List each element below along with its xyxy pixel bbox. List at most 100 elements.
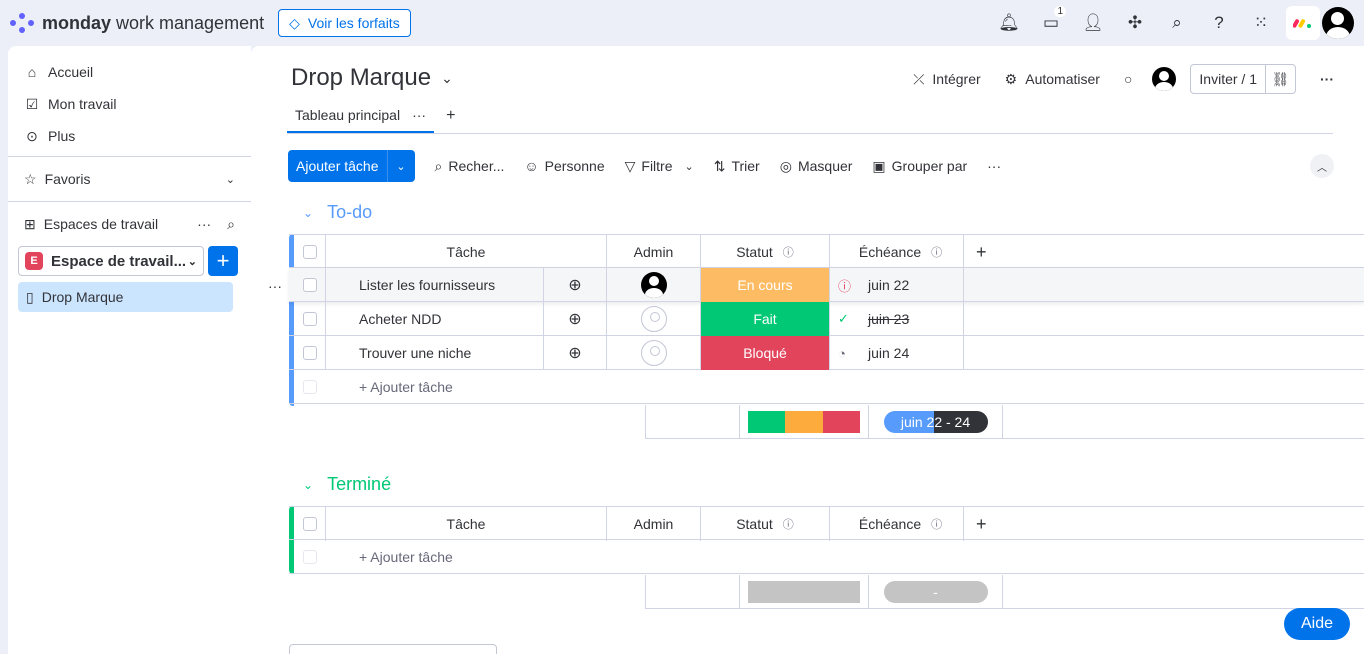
person-avatar [640,272,667,298]
add-task-row[interactable]: + Ajouter tâche [289,540,1364,574]
admin-cell[interactable] [607,336,701,370]
group-table-done: Tâche Admin Statut ⓘ Échéance ⓘ + + Ajoute… [289,506,1364,610]
comments-icon[interactable]: ○ [1124,71,1132,87]
add-task-input[interactable]: + Ajouter tâche [326,370,453,404]
column-header-task[interactable]: Tâche [326,507,607,541]
add-task-button[interactable]: Ajouter tâche ⌄ [288,150,415,182]
see-plans-button[interactable]: ◇ Voir les forfaits [278,9,411,37]
due-range-summary[interactable]: juin 22 - 24 [883,411,988,433]
user-avatar[interactable] [1322,7,1354,39]
column-header-task[interactable]: Tâche [326,235,607,269]
clock-icon: ◔ [838,345,846,361]
row-checkbox[interactable] [302,346,317,360]
add-workspace-item-button[interactable]: + [208,246,238,276]
row-checkbox[interactable] [302,312,317,326]
due-date-cell[interactable]: ◔ juin 24 [830,336,964,370]
group-title-done[interactable]: ⌄ Terminé [303,474,391,495]
invite-button[interactable]: Inviter / 1 ⛓ [1190,64,1296,94]
info-icon[interactable]: ⓘ [931,516,942,532]
board-more-icon[interactable]: ··· [1320,71,1334,87]
search-button[interactable]: ⌕ Recher... [435,158,505,175]
select-all-checkbox[interactable] [302,245,317,259]
column-header-status[interactable]: Statut ⓘ [701,235,830,269]
search-icon[interactable]: ⌕ [1156,0,1198,46]
person-filter-button[interactable]: ☺ Personne [524,158,604,174]
add-column-button[interactable]: + [964,507,1364,541]
workspace-search-icon[interactable]: ⌕ [227,216,235,233]
column-header-admin[interactable]: Admin [607,235,701,269]
integrate-button[interactable]: ⤫ Intégrer [913,71,980,88]
sidebar-board-drop-marque[interactable]: ▯ Drop Marque [18,282,233,312]
sidebar-item-home[interactable]: ⌂ Accueil [8,56,251,88]
task-name[interactable]: Acheter NDD [326,302,544,336]
task-name[interactable]: Lister les fournisseurs [326,268,544,302]
due-date-cell[interactable]: ✓ juin 23 [830,302,964,336]
task-name[interactable]: Trouver une niche [326,336,544,370]
workspace-selector[interactable]: E Espace de travail... ⌄ [18,246,204,276]
app-logo[interactable]: monday work management [10,11,264,35]
admin-cell[interactable] [607,302,701,336]
sort-button[interactable]: ⇅ Trier [714,158,760,175]
tab-more-icon[interactable]: ··· [412,107,426,123]
add-update-icon[interactable]: ⊕ [544,268,607,302]
column-header-due[interactable]: Échéance ⓘ [830,235,964,269]
select-all-checkbox[interactable] [302,517,317,531]
notifications-bell-icon[interactable]: 🔔︎ [988,0,1030,46]
monday-products-icon[interactable] [1286,6,1320,40]
app-grid-icon[interactable]: ⁙ [1240,0,1282,46]
alert-circle-icon: ⓘ [838,278,852,294]
add-view-button[interactable]: + [446,107,455,133]
sidebar-favorites[interactable]: ☆ Favoris ⌄ [8,161,251,197]
info-icon[interactable]: ⓘ [783,244,794,260]
chevron-down-icon: ⌄ [225,173,235,186]
board-title[interactable]: Drop Marque ⌄ [291,64,453,92]
status-summary-bar[interactable] [740,575,869,609]
help-button[interactable]: Aide [1284,608,1350,640]
status-cell[interactable]: En cours [701,268,830,302]
group-by-button[interactable]: ▣ Grouper par [872,158,967,175]
workspace-more-icon[interactable]: ··· [197,216,211,233]
status-cell[interactable]: Fait [701,302,830,336]
add-group-button[interactable] [289,644,497,654]
help-question-icon[interactable]: ? [1198,0,1240,46]
column-header-status[interactable]: Statut ⓘ [701,507,830,541]
info-icon[interactable]: ⓘ [783,516,794,532]
filter-button[interactable]: ▽ Filtre ⌄ [625,158,694,175]
add-task-row[interactable]: + Ajouter tâche [289,370,1364,404]
toolbar-more-icon[interactable]: ··· [987,158,1001,174]
status-summary-bar[interactable] [740,405,869,439]
invite-members-icon[interactable]: 👤︎ [1072,0,1114,46]
row-checkbox[interactable] [302,278,317,292]
inbox-icon[interactable]: ▭ 1 [1030,0,1072,46]
sidebar-item-more[interactable]: ⊙ Plus [8,120,251,152]
copy-link-icon[interactable]: ⛓ [1265,65,1295,93]
row-more-icon[interactable]: ··· [268,278,282,294]
due-range-summary[interactable]: - [883,581,988,603]
tab-main-table[interactable]: Tableau principal ··· [287,107,435,133]
table-row[interactable]: Lister les fournisseurs ⊕ En cours ⓘ juin… [289,268,1364,302]
due-date-cell[interactable]: ⓘ juin 22 [830,268,964,302]
sidebar-workspaces-header: ⊞ Espaces de travail ··· ⌕ [24,215,235,233]
table-row[interactable]: Trouver une niche ⊕ Bloqué ◔ juin 24 [289,336,1364,370]
status-cell[interactable]: Bloqué [701,336,830,370]
chevron-up-icon[interactable]: ︿ [1310,154,1334,178]
sidebar-item-my-work[interactable]: ☑ Mon travail [8,88,251,120]
add-update-icon[interactable]: ⊕ [544,336,607,370]
add-update-icon[interactable]: ⊕ [544,302,607,336]
board-member-avatar[interactable] [1152,67,1177,91]
sidebar-divider [8,201,251,202]
column-header-due[interactable]: Échéance ⓘ [830,507,964,541]
chevron-down-icon: ⌄ [684,160,694,173]
chevron-down-icon[interactable]: ⌄ [386,150,415,182]
group-by-icon: ▣ [872,157,886,174]
add-column-button[interactable]: + [964,235,1364,269]
automate-button[interactable]: ⚙ Automatiser [1005,71,1100,88]
group-title-todo[interactable]: ⌄ To-do [303,202,372,223]
table-row[interactable]: Acheter NDD ⊕ Fait ✓ juin 23 [289,302,1364,336]
column-header-admin[interactable]: Admin [607,507,701,541]
info-icon[interactable]: ⓘ [931,244,942,260]
add-task-input[interactable]: + Ajouter tâche [326,540,453,574]
hide-button[interactable]: ◎ Masquer [780,158,853,175]
apps-puzzle-icon[interactable]: ✣ [1114,0,1156,46]
admin-cell[interactable] [607,268,701,302]
